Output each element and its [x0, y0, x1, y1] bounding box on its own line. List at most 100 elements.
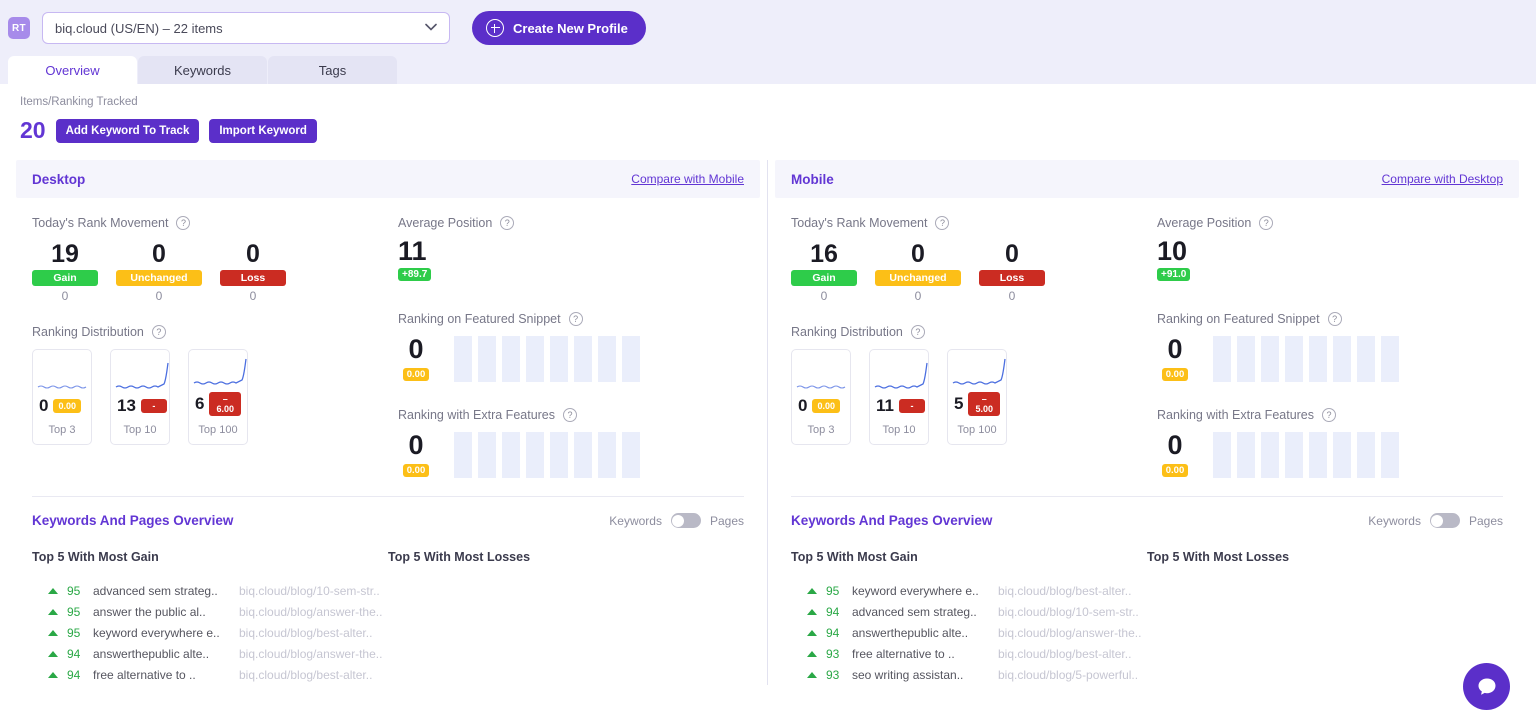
desktop-average-position-value: 11: [398, 236, 427, 266]
rank-cell-loss: 0 Loss 0: [979, 240, 1045, 303]
desktop-kp-title: Keywords And Pages Overview: [32, 513, 234, 528]
compare-with-mobile-link[interactable]: Compare with Mobile: [631, 172, 744, 186]
desktop-keywords-pages-overview: Keywords And Pages Overview Keywords Pag…: [16, 497, 760, 685]
desktop-panel: Desktop Compare with Mobile Today's Rank…: [16, 160, 760, 685]
rank-cell-gain: 16 Gain 0: [791, 240, 857, 303]
chat-bubble-icon: [1478, 678, 1495, 695]
desktop-ranking-distribution-label: Ranking Distribution ?: [32, 325, 398, 339]
list-item[interactable]: 94 free alternative to .. biq.cloud/blog…: [32, 664, 388, 685]
desktop-featured-snippet-badge: 0.00: [402, 368, 430, 381]
mobile-most-losses-header: Top 5 With Most Losses: [1147, 550, 1290, 564]
import-keyword-button[interactable]: Import Keyword: [209, 118, 317, 143]
rank-cell-unchanged: 0 Unchanged 0: [116, 240, 202, 303]
desktop-rank-movement-cells: 19 Gain 0 0 Unchanged 0 0 Loss 0: [32, 240, 398, 303]
keywords-pages-toggle[interactable]: [1429, 513, 1460, 528]
list-item[interactable]: 94 answerthepublic alte.. biq.cloud/blog…: [32, 643, 388, 664]
mobile-average-position-label: Average Position ?: [1157, 216, 1503, 230]
desktop-rank-movement-label: Today's Rank Movement ?: [32, 216, 398, 230]
arrow-up-icon: [807, 629, 817, 636]
app-logo: RT: [8, 17, 30, 39]
arrow-up-icon: [807, 650, 817, 657]
list-item[interactable]: 95 keyword everywhere e.. biq.cloud/blog…: [32, 622, 388, 643]
help-icon[interactable]: ?: [563, 408, 578, 422]
keywords-pages-toggle[interactable]: [670, 513, 701, 528]
distribution-badge: 0.00: [812, 399, 840, 413]
distribution-badge: 0.00: [53, 399, 81, 413]
tab-overview[interactable]: Overview: [8, 56, 137, 84]
help-icon[interactable]: ?: [176, 216, 191, 230]
arrow-up-icon: [48, 608, 58, 615]
distribution-card-top100[interactable]: 6 –6.00 Top 100: [188, 349, 248, 445]
help-icon[interactable]: ?: [1259, 216, 1274, 230]
desktop-most-gain-header: Top 5 With Most Gain: [32, 550, 159, 564]
create-new-profile-button[interactable]: Create New Profile: [472, 11, 646, 45]
desktop-panel-title: Desktop: [32, 171, 86, 187]
mobile-featured-snippet-badge: 0.00: [1161, 368, 1189, 381]
desktop-average-position-label: Average Position ?: [398, 216, 744, 230]
plus-circle-icon: [486, 19, 504, 37]
mobile-panel: Mobile Compare with Desktop Today's Rank…: [775, 160, 1519, 685]
list-item[interactable]: 93 free alternative to .. biq.cloud/blog…: [791, 643, 1147, 664]
mobile-extra-features-badge: 0.00: [1161, 464, 1189, 477]
chat-widget-button[interactable]: [1463, 663, 1510, 710]
arrow-up-icon: [807, 671, 817, 678]
mobile-panel-title: Mobile: [791, 171, 834, 187]
profile-select-value: biq.cloud (US/EN) – 22 items: [55, 20, 223, 36]
top-bar: RT biq.cloud (US/EN) – 22 items Create N…: [0, 0, 1536, 56]
arrow-up-icon: [807, 608, 817, 615]
distribution-caption: Top 10: [882, 424, 916, 436]
rank-cell-gain: 19 Gain 0: [32, 240, 98, 303]
help-icon[interactable]: ?: [568, 312, 583, 326]
tab-tags[interactable]: Tags: [268, 56, 397, 84]
loss-badge: Loss: [979, 270, 1045, 286]
sparkline-spike: [952, 350, 1006, 392]
rank-cell-loss: 0 Loss 0: [220, 240, 286, 303]
profile-select[interactable]: biq.cloud (US/EN) – 22 items: [42, 12, 450, 44]
mobile-most-losses-column: Top 5 With Most Losses: [1147, 550, 1503, 685]
help-icon[interactable]: ?: [910, 325, 925, 339]
panel-divider: [767, 160, 768, 685]
list-item[interactable]: 94 answerthepublic alte.. biq.cloud/blog…: [791, 622, 1147, 643]
distribution-badge: –6.00: [209, 392, 241, 416]
distribution-card-top10[interactable]: 11 - Top 10: [869, 349, 929, 445]
distribution-card-top10[interactable]: 13 - Top 10: [110, 349, 170, 445]
featured-snippet-placeholder-chart: [1213, 336, 1399, 382]
list-item[interactable]: 95 keyword everywhere e.. biq.cloud/blog…: [791, 580, 1147, 601]
desktop-featured-snippet-value: 0: [408, 334, 424, 364]
rank-cell-unchanged: 0 Unchanged 0: [875, 240, 961, 303]
distribution-card-top3[interactable]: 0 0.00 Top 3: [791, 349, 851, 445]
distribution-caption: Top 3: [807, 424, 835, 436]
desktop-extra-features-badge: 0.00: [402, 464, 430, 477]
mobile-most-gain-column: Top 5 With Most Gain 95 keyword everywhe…: [791, 550, 1147, 685]
desktop-extra-features-label: Ranking with Extra Features ?: [398, 408, 744, 422]
distribution-caption: Top 10: [123, 424, 157, 436]
list-item[interactable]: 93 seo writing assistan.. biq.cloud/blog…: [791, 664, 1147, 685]
sparkline-spike: [193, 350, 247, 392]
arrow-up-icon: [48, 587, 58, 594]
help-icon[interactable]: ?: [1327, 312, 1342, 326]
mobile-most-gain-header: Top 5 With Most Gain: [791, 550, 918, 564]
mobile-kp-title: Keywords And Pages Overview: [791, 513, 993, 528]
kp-toggle-pages-label: Pages: [1468, 513, 1503, 528]
list-item[interactable]: 95 advanced sem strateg.. biq.cloud/blog…: [32, 580, 388, 601]
tab-keywords[interactable]: Keywords: [138, 56, 267, 84]
help-icon[interactable]: ?: [151, 325, 166, 339]
list-item[interactable]: 94 advanced sem strateg.. biq.cloud/blog…: [791, 601, 1147, 622]
list-item[interactable]: 95 answer the public al.. biq.cloud/blog…: [32, 601, 388, 622]
gain-badge: Gain: [791, 270, 857, 286]
distribution-caption: Top 100: [957, 424, 997, 436]
loss-badge: Loss: [220, 270, 286, 286]
distribution-card-top3[interactable]: 0 0.00 Top 3: [32, 349, 92, 445]
mobile-keywords-pages-overview: Keywords And Pages Overview Keywords Pag…: [775, 497, 1519, 685]
help-icon[interactable]: ?: [1322, 408, 1337, 422]
compare-with-desktop-link[interactable]: Compare with Desktop: [1382, 172, 1503, 186]
add-keyword-to-track-button[interactable]: Add Keyword To Track: [55, 118, 200, 143]
help-icon[interactable]: ?: [500, 216, 515, 230]
distribution-card-top100[interactable]: 5 –5.00 Top 100: [947, 349, 1007, 445]
featured-snippet-placeholder-chart: [454, 336, 640, 382]
help-icon[interactable]: ?: [935, 216, 950, 230]
unchanged-badge: Unchanged: [875, 270, 961, 286]
distribution-badge: -: [140, 399, 167, 413]
sparkline-spike: [115, 352, 169, 396]
desktop-featured-snippet-label: Ranking on Featured Snippet ?: [398, 312, 744, 326]
